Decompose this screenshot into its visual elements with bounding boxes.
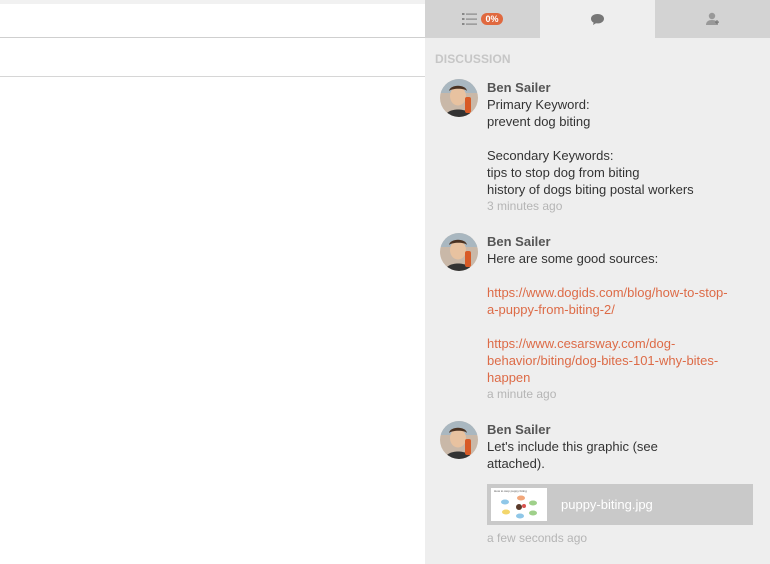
side-panel: 0% DISCUSSION Ben Sailer Primary Keyword… (425, 0, 770, 564)
checklist-icon (462, 12, 478, 26)
avatar (440, 421, 478, 459)
attachment[interactable]: How to stop puppy biting puppy-biting.jp… (487, 484, 753, 525)
discussion-title: DISCUSSION (435, 52, 511, 66)
source-link[interactable]: https://www.cesarsway.com/dog- behavior/… (487, 335, 757, 386)
comment-timestamp: a minute ago (487, 387, 557, 401)
attachment-filename: puppy-biting.jpg (561, 497, 653, 512)
comment-timestamp: 3 minutes ago (487, 199, 563, 213)
comment-text: prevent dog biting (487, 114, 591, 129)
comment-timestamp: a few seconds ago (487, 531, 588, 545)
editor-divider-2 (0, 76, 425, 77)
avatar (440, 79, 478, 117)
tab-collaborators[interactable] (655, 0, 770, 38)
progress-badge: 0% (481, 13, 503, 25)
comment-author: Ben Sailer (487, 422, 551, 437)
source-link[interactable]: https://www.dogids.com/blog/how-to-stop-… (487, 284, 757, 318)
comment-text (487, 130, 757, 147)
comment-text: Here are some good sources: (487, 251, 659, 266)
tab-discussion[interactable] (540, 0, 655, 38)
comment-text: history of dogs biting postal workers (487, 182, 694, 197)
chat-bubble-icon (590, 13, 605, 26)
tab-checklist[interactable]: 0% (425, 0, 540, 38)
editor-top-strip (0, 0, 425, 4)
comment-author: Ben Sailer (487, 234, 551, 249)
comment-text: Let's include this graphic (see (487, 439, 658, 454)
editor-divider-1 (0, 37, 425, 38)
comment-text: attached). (487, 456, 545, 471)
comment-text: Secondary Keywords: (487, 148, 614, 163)
attachment-thumbnail: How to stop puppy biting (491, 488, 547, 521)
thumbnail-title: How to stop puppy biting (494, 489, 527, 493)
comment-author: Ben Sailer (487, 80, 551, 95)
avatar (440, 233, 478, 271)
user-add-icon (705, 12, 720, 26)
editor-area[interactable] (0, 0, 425, 564)
comment-text: tips to stop dog from biting (487, 165, 640, 180)
panel-tabs: 0% (425, 0, 770, 38)
comment-text: Primary Keyword: (487, 97, 590, 112)
